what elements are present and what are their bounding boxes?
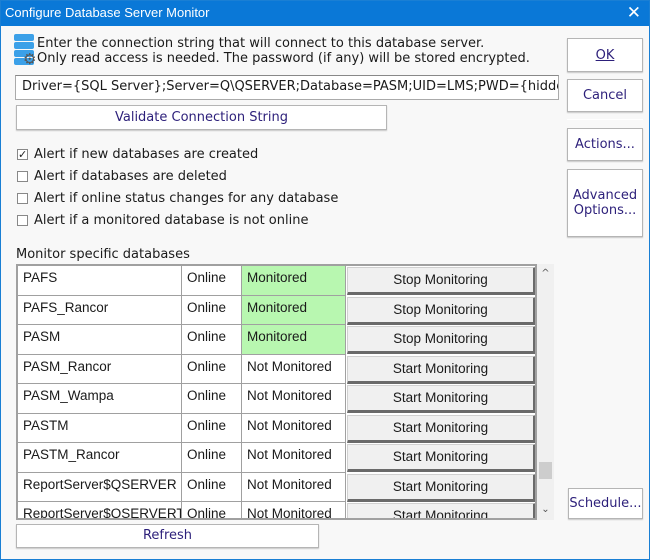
dialog-window: Configure Database Server Monitor ✕ ⚙ En… bbox=[0, 0, 650, 560]
checkbox-alert-deleted-databases[interactable]: Alert if databases are deleted bbox=[17, 169, 227, 184]
database-name-cell: ReportServer$QSERVERTempDB bbox=[18, 502, 182, 518]
checkbox-alert-not-online[interactable]: Alert if a monitored database is not onl… bbox=[17, 213, 308, 228]
database-status-cell: Online bbox=[182, 472, 242, 502]
databases-grid: PAFS Online Monitored Stop Monitoring PAFS_R… bbox=[16, 264, 537, 520]
monitor-state-cell: Not Monitored bbox=[242, 472, 346, 502]
advanced-options-button[interactable]: Advanced Options... bbox=[567, 169, 643, 237]
database-status-cell: Online bbox=[182, 502, 242, 518]
checkbox-box[interactable] bbox=[17, 171, 28, 182]
start-monitoring-button[interactable]: Start Monitoring bbox=[347, 355, 535, 384]
gear-icon: ⚙ bbox=[23, 50, 37, 68]
start-monitoring-button[interactable]: Start Monitoring bbox=[347, 414, 535, 443]
connection-string-input[interactable]: Driver={SQL Server};Server=Q\QSERVER;Dat… bbox=[15, 75, 559, 100]
refresh-button[interactable]: Refresh bbox=[16, 524, 319, 548]
database-name-cell: ReportServer$QSERVER bbox=[18, 472, 182, 502]
scroll-thumb[interactable] bbox=[539, 462, 552, 479]
title-bar: Configure Database Server Monitor ✕ bbox=[1, 1, 649, 26]
database-name-cell: PASTM bbox=[18, 413, 182, 443]
monitor-state-cell: Not Monitored bbox=[242, 384, 346, 414]
checkbox-box[interactable] bbox=[17, 193, 28, 204]
validate-connection-button[interactable]: Validate Connection String bbox=[16, 105, 387, 130]
start-monitoring-button[interactable]: Start Monitoring bbox=[347, 444, 535, 472]
database-status-cell: Online bbox=[182, 354, 242, 384]
database-row: PAFS_Rancor Online Monitored Stop Monitorin… bbox=[18, 295, 535, 325]
checkbox-box[interactable]: ✓ bbox=[17, 149, 28, 160]
monitor-state-cell: Not Monitored bbox=[242, 413, 346, 443]
checkbox-label: Alert if a monitored database is not onl… bbox=[34, 213, 309, 228]
database-name-cell: PASM_Wampa bbox=[18, 384, 182, 414]
intro-line-1: Enter the connection string that will co… bbox=[37, 36, 485, 51]
window-title: Configure Database Server Monitor bbox=[5, 5, 210, 20]
start-monitoring-button[interactable]: Start Monitoring bbox=[347, 385, 535, 413]
database-row: ReportServer$QSERVER Online Not Monitored S… bbox=[18, 472, 535, 502]
actions-button[interactable]: Actions... bbox=[567, 128, 643, 161]
scroll-down-icon[interactable]: ⌄ bbox=[537, 502, 554, 518]
checkbox-label: Alert if databases are deleted bbox=[34, 169, 227, 184]
database-row: PASM_Wampa Online Not Monitored Start Monit… bbox=[18, 384, 535, 414]
monitor-databases-label: Monitor specific databases bbox=[16, 247, 190, 262]
scroll-up-icon[interactable]: ^ bbox=[537, 266, 554, 282]
database-row: PASM_Rancor Online Not Monitored Start Moni… bbox=[18, 354, 535, 384]
database-name-cell: PAFS bbox=[18, 266, 182, 296]
database-name-cell: PASM bbox=[18, 325, 182, 355]
monitor-state-cell: Not Monitored bbox=[242, 354, 346, 384]
database-status-cell: Online bbox=[182, 295, 242, 325]
monitor-state-cell: Monitored bbox=[242, 325, 346, 355]
monitor-state-cell: Not Monitored bbox=[242, 502, 346, 518]
divider bbox=[567, 119, 643, 120]
start-monitoring-button[interactable]: Start Monitoring bbox=[347, 503, 535, 518]
checkbox-box[interactable] bbox=[17, 215, 28, 226]
database-status-cell: Online bbox=[182, 266, 242, 296]
database-status-cell: Online bbox=[182, 384, 242, 414]
database-name-cell: PAFS_Rancor bbox=[18, 295, 182, 325]
start-monitoring-button[interactable]: Start Monitoring bbox=[347, 473, 535, 502]
database-row: PASTM Online Not Monitored Start Monitoring bbox=[18, 413, 535, 443]
database-status-cell: Online bbox=[182, 325, 242, 355]
database-row: PASTM_Rancor Online Not Monitored Start Mon… bbox=[18, 443, 535, 473]
database-row: PASM Online Monitored Stop Monitoring bbox=[18, 325, 535, 355]
database-row: PAFS Online Monitored Stop Monitoring bbox=[18, 266, 535, 296]
ok-button[interactable]: OK bbox=[567, 38, 643, 72]
database-gear-icon: ⚙ bbox=[14, 34, 37, 68]
close-icon[interactable]: ✕ bbox=[627, 3, 641, 23]
checkbox-alert-status-change[interactable]: Alert if online status changes for any d… bbox=[17, 191, 338, 206]
grid-scrollbar[interactable]: ^ ⌄ bbox=[537, 264, 554, 520]
database-row: ReportServer$QSERVERTempDBOnlineNot Moni… bbox=[18, 502, 535, 518]
intro-text: Enter the connection string that will co… bbox=[37, 36, 530, 66]
database-name-cell: PASM_Rancor bbox=[18, 354, 182, 384]
intro-line-2: Only read access is needed. The password… bbox=[37, 51, 530, 66]
monitor-state-cell: Monitored bbox=[242, 295, 346, 325]
cancel-button[interactable]: Cancel bbox=[567, 79, 643, 112]
stop-monitoring-button[interactable]: Stop Monitoring bbox=[347, 296, 535, 325]
monitor-state-cell: Not Monitored bbox=[242, 443, 346, 473]
monitor-state-cell: Monitored bbox=[242, 266, 346, 296]
database-name-cell: PASTM_Rancor bbox=[18, 443, 182, 473]
stop-monitoring-button[interactable]: Stop Monitoring bbox=[347, 326, 535, 354]
database-status-cell: Online bbox=[182, 443, 242, 473]
checkbox-label: Alert if online status changes for any d… bbox=[34, 191, 339, 206]
schedule-button[interactable]: Schedule... bbox=[568, 488, 643, 519]
checkbox-label: Alert if new databases are created bbox=[34, 147, 259, 162]
ok-label: OK bbox=[595, 47, 615, 63]
database-status-cell: Online bbox=[182, 413, 242, 443]
checkbox-alert-new-databases[interactable]: ✓ Alert if new databases are created bbox=[17, 147, 258, 162]
stop-monitoring-button[interactable]: Stop Monitoring bbox=[347, 267, 535, 295]
